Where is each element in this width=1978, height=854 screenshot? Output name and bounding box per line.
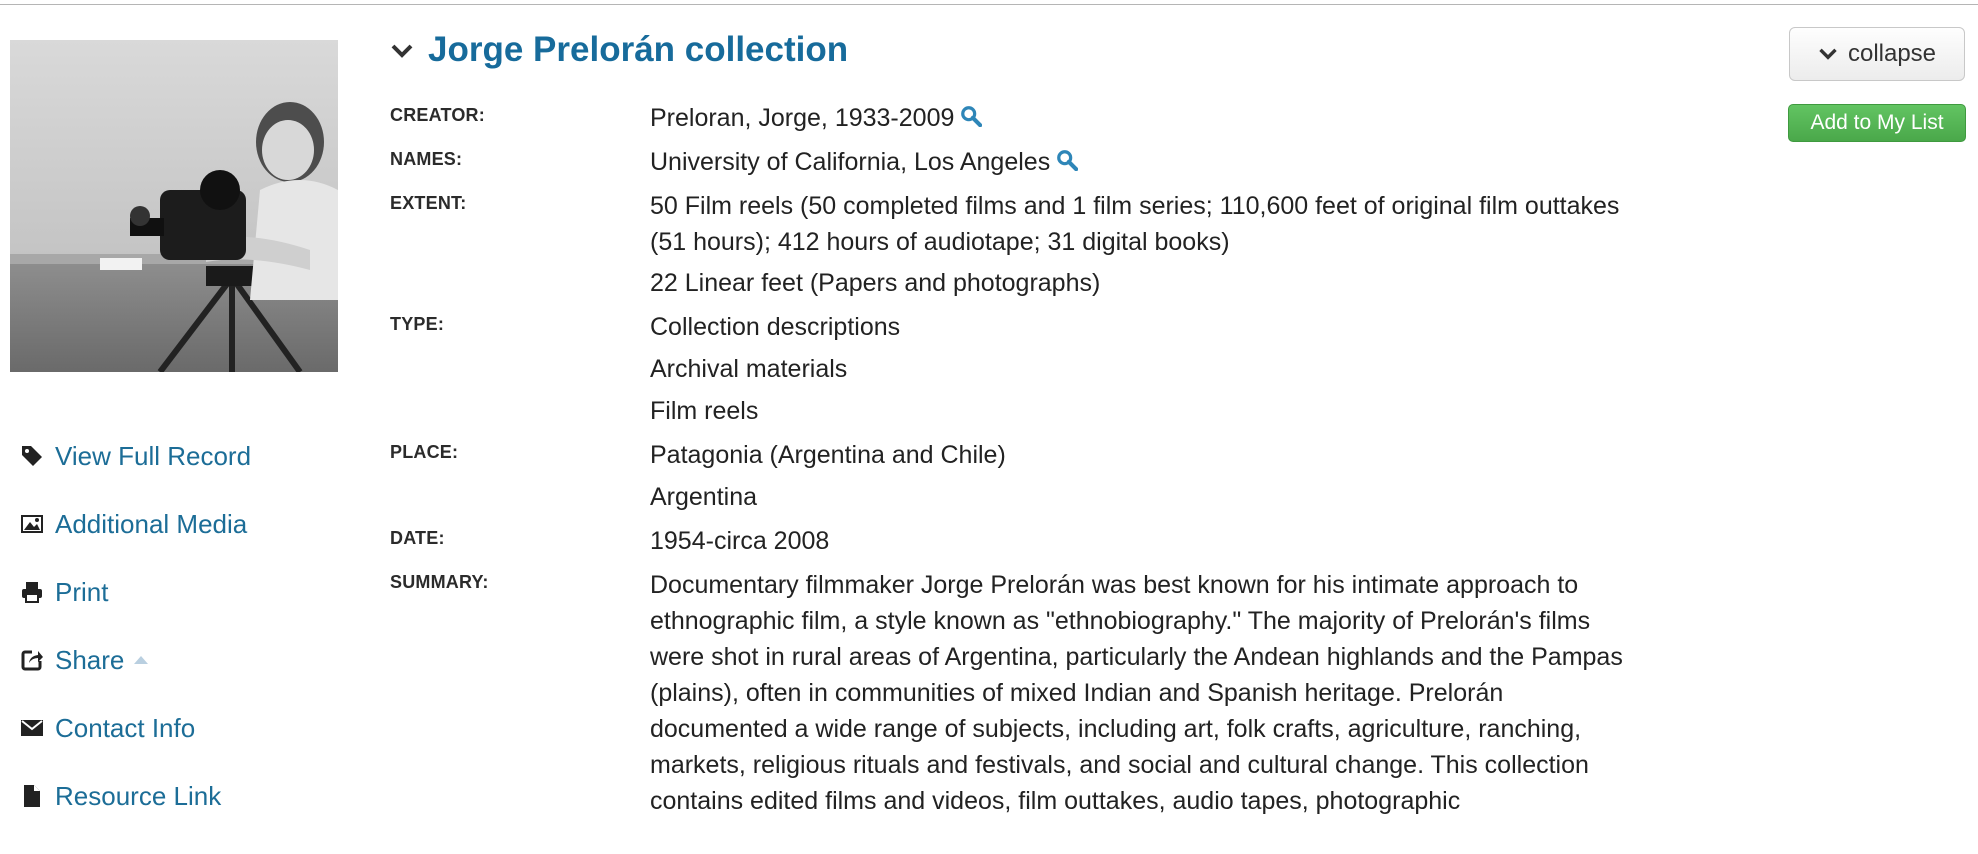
field-values: Documentary filmmaker Jorge Prelorán was… bbox=[650, 567, 1640, 824]
share-icon bbox=[20, 646, 48, 674]
resource-link-label: Resource Link bbox=[55, 780, 222, 811]
field-row-date: DATE: 1954-circa 2008 bbox=[390, 523, 1640, 565]
field-values: 50 Film reels (50 completed films and 1 … bbox=[650, 188, 1640, 307]
field-label: TYPE: bbox=[390, 314, 445, 334]
field-row-summary: SUMMARY: Documentary filmmaker Jorge Prel… bbox=[390, 567, 1640, 824]
chevron-down-icon[interactable] bbox=[390, 39, 414, 63]
field-value: Argentina bbox=[650, 483, 758, 511]
field-label: PLACE: bbox=[390, 442, 459, 462]
field-label: EXTENT: bbox=[390, 193, 467, 213]
caret-up-icon bbox=[134, 656, 149, 664]
share-label: Share bbox=[55, 644, 125, 675]
share-link[interactable]: Share bbox=[20, 626, 251, 694]
field-value: Documentary filmmaker Jorge Prelorán was… bbox=[650, 571, 1623, 815]
field-row-extent: EXTENT: 50 Film reels (50 completed films… bbox=[390, 188, 1640, 307]
field-row-creator: CREATOR: Preloran, Jorge, 1933-2009 bbox=[390, 100, 1640, 142]
field-values: University of California, Los Angeles bbox=[650, 144, 1640, 186]
field-values: Patagonia (Argentina and Chile) Argentina bbox=[650, 437, 1640, 521]
record-title[interactable]: Jorge Prelorán collection bbox=[428, 30, 848, 70]
record-thumbnail[interactable] bbox=[10, 40, 338, 372]
field-value: 50 Film reels (50 completed films and 1 … bbox=[650, 192, 1620, 256]
field-row-names: NAMES: University of California, Los Ange… bbox=[390, 144, 1640, 186]
field-label: NAMES: bbox=[390, 149, 463, 169]
record-actions: View Full Record Additional Media Print Sha… bbox=[20, 422, 251, 830]
record-fields: CREATOR: Preloran, Jorge, 1933-2009 NAMES:… bbox=[390, 100, 1640, 826]
tag-icon bbox=[20, 442, 48, 470]
field-values: Preloran, Jorge, 1933-2009 bbox=[650, 100, 1640, 142]
contact-info-label: Contact Info bbox=[55, 712, 196, 743]
field-value: Archival materials bbox=[650, 355, 848, 383]
field-row-place: PLACE: Patagonia (Argentina and Chile) Arg… bbox=[390, 437, 1640, 521]
field-label: DATE: bbox=[390, 528, 445, 548]
print-icon bbox=[20, 578, 48, 606]
envelope-icon bbox=[20, 714, 48, 742]
field-value: Film reels bbox=[650, 397, 759, 425]
print-label: Print bbox=[55, 576, 109, 607]
collapse-button[interactable]: collapse bbox=[1789, 27, 1965, 81]
additional-media-label: Additional Media bbox=[55, 508, 248, 539]
top-divider bbox=[0, 4, 1978, 5]
field-label: CREATOR: bbox=[390, 105, 485, 125]
field-value: 22 Linear feet (Papers and photographs) bbox=[650, 269, 1101, 297]
collapse-label: collapse bbox=[1847, 40, 1937, 67]
additional-media-link[interactable]: Additional Media bbox=[20, 490, 251, 558]
field-values: 1954-circa 2008 bbox=[650, 523, 1640, 565]
field-label: SUMMARY: bbox=[390, 572, 489, 592]
add-to-my-list-button[interactable]: Add to My List bbox=[1788, 104, 1966, 142]
view-full-record-label: View Full Record bbox=[55, 440, 252, 471]
search-icon[interactable] bbox=[1056, 149, 1079, 172]
record-title-row[interactable]: Jorge Prelorán collection bbox=[390, 30, 848, 70]
print-link[interactable]: Print bbox=[20, 558, 251, 626]
field-row-type: TYPE: Collection descriptions Archival mat… bbox=[390, 309, 1640, 435]
chevron-down-icon bbox=[1819, 48, 1837, 60]
field-value: Patagonia (Argentina and Chile) bbox=[650, 441, 1006, 469]
search-icon[interactable] bbox=[960, 105, 983, 128]
field-value: Collection descriptions bbox=[650, 313, 901, 341]
contact-info-link[interactable]: Contact Info bbox=[20, 694, 251, 762]
field-values: Collection descriptions Archival material… bbox=[650, 309, 1640, 435]
view-full-record-link[interactable]: View Full Record bbox=[20, 422, 251, 490]
file-icon bbox=[20, 782, 48, 810]
field-value: Preloran, Jorge, 1933-2009 bbox=[650, 104, 955, 132]
resource-link-link[interactable]: Resource Link bbox=[20, 762, 251, 830]
image-icon bbox=[20, 510, 48, 538]
field-value: 1954-circa 2008 bbox=[650, 527, 830, 555]
field-value: University of California, Los Angeles bbox=[650, 148, 1051, 176]
